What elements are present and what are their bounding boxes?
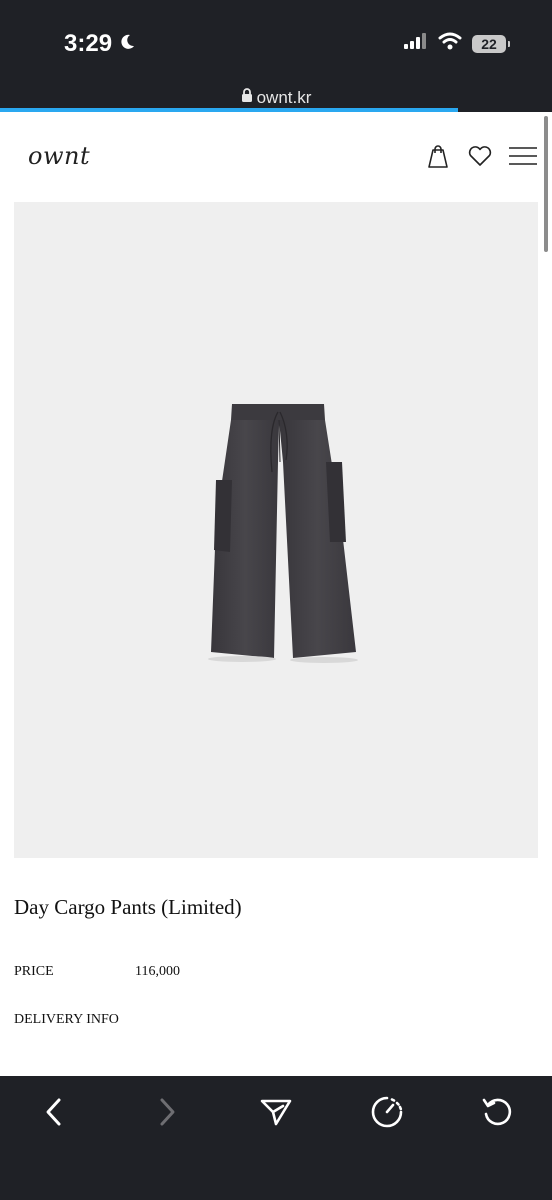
forward-arrow-icon <box>154 1097 178 1132</box>
browser-toolbar <box>0 1076 552 1200</box>
address-bar[interactable]: ownt.kr <box>0 88 552 108</box>
delivery-info-toggle[interactable]: DELIVERY INFO <box>14 1012 119 1028</box>
reload-icon <box>480 1095 514 1134</box>
clock-time: 3:29 <box>64 30 113 57</box>
wifi-icon <box>438 32 462 55</box>
share-send-icon <box>259 1097 293 1132</box>
status-indicators: 22 <box>404 32 510 55</box>
reload-button[interactable] <box>473 1090 521 1138</box>
status-bar: 3:29 22 <box>0 0 552 88</box>
price-value: 116,000 <box>135 964 180 979</box>
heart-icon[interactable] <box>466 142 494 170</box>
back-arrow-icon <box>43 1097 67 1132</box>
product-title: Day Cargo Pants (Limited) <box>14 895 242 919</box>
hamburger-menu-icon[interactable] <box>508 142 538 170</box>
site-header: ownt <box>0 112 552 202</box>
shopping-bag-icon[interactable] <box>424 142 452 170</box>
back-button[interactable] <box>31 1090 79 1138</box>
site-logo[interactable]: ownt <box>28 142 90 170</box>
url-text: ownt.kr <box>256 88 312 107</box>
speed-button[interactable] <box>363 1090 411 1138</box>
lock-icon <box>241 88 253 108</box>
battery-level: 22 <box>481 35 497 52</box>
product-image[interactable] <box>14 202 538 858</box>
forward-button[interactable] <box>142 1090 190 1138</box>
status-time: 3:29 <box>64 30 136 58</box>
cargo-pants-photo <box>208 404 358 663</box>
speed-timer-icon <box>370 1095 404 1134</box>
header-actions <box>424 142 538 170</box>
page-scrollbar[interactable] <box>544 116 548 252</box>
moon-icon <box>118 30 136 58</box>
cellular-signal-icon <box>404 33 428 54</box>
battery-icon: 22 <box>472 34 510 53</box>
share-button[interactable] <box>252 1090 300 1138</box>
price-label: PRICE <box>14 964 54 979</box>
